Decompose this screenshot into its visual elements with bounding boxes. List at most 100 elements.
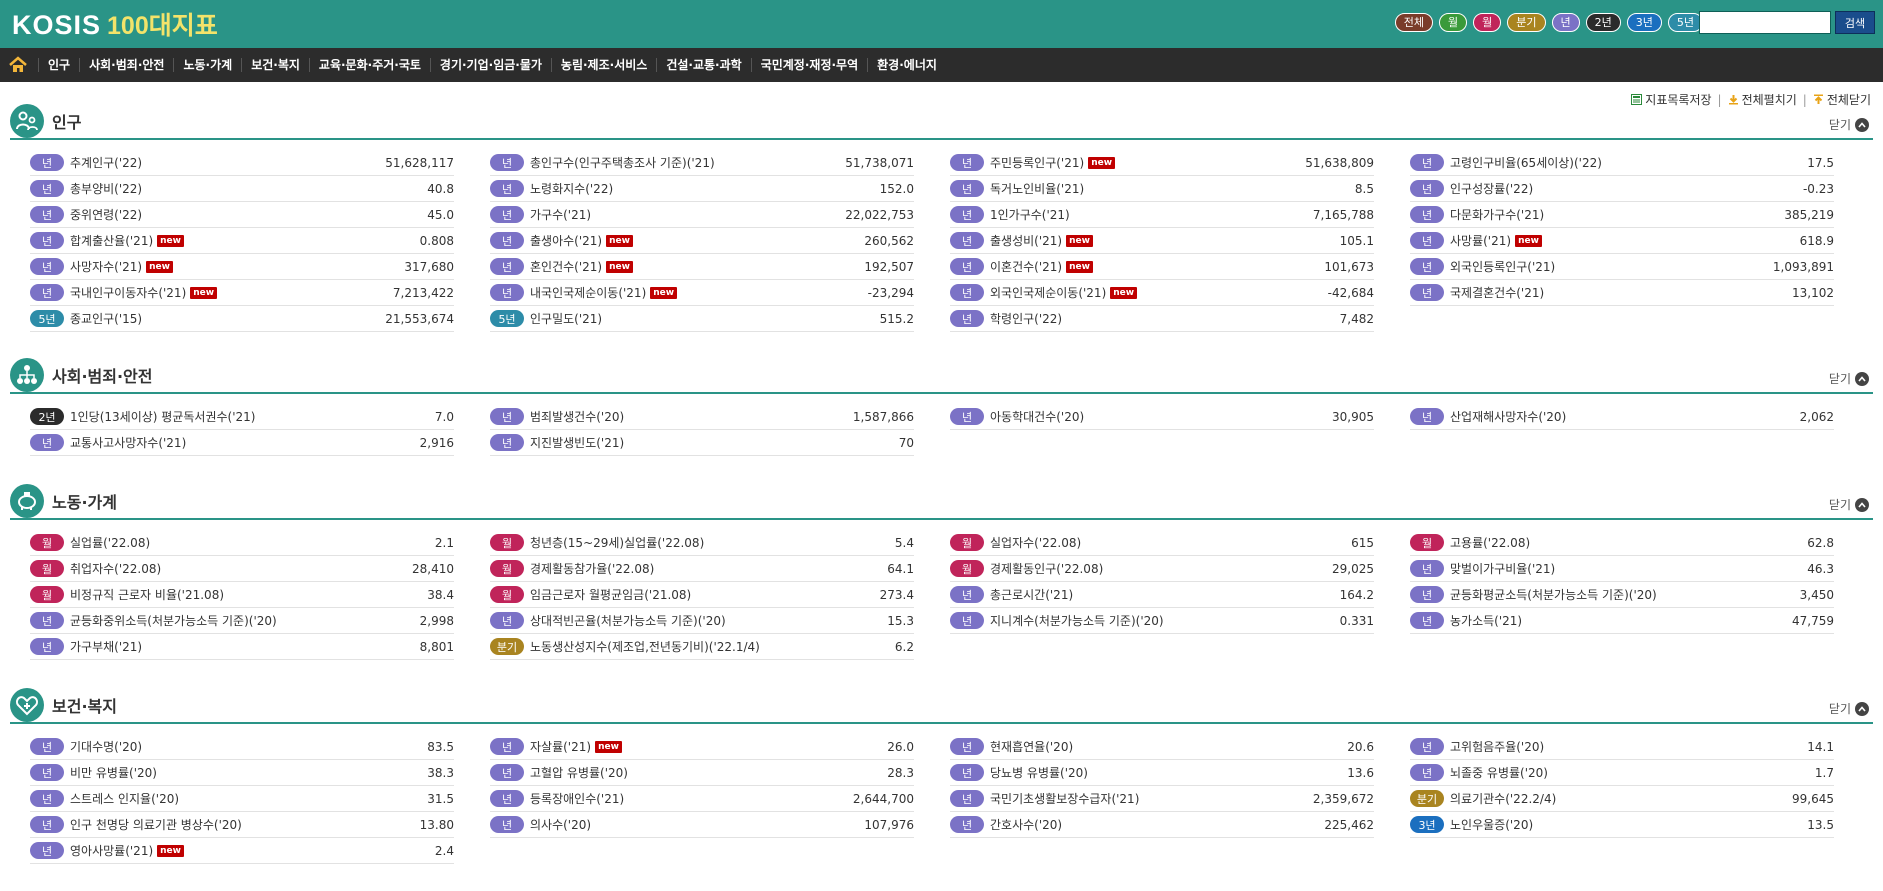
indicator-row[interactable]: 년 사망자수('21) new 317,680 bbox=[30, 254, 454, 280]
indicator-name[interactable]: 경제활동참가율('22.08) bbox=[530, 560, 854, 577]
indicator-row[interactable]: 분기 노동생산성지수(제조업,전년동기비)('22.1/4) 6.2 bbox=[490, 634, 914, 660]
indicator-row[interactable]: 년 의사수('20) 107,976 bbox=[490, 812, 914, 838]
indicator-name[interactable]: 사망자수('21) new bbox=[70, 258, 394, 275]
filter-button[interactable]: 분기 bbox=[1507, 13, 1546, 32]
nav-item[interactable]: 농림·제조·서비스 bbox=[550, 58, 656, 72]
indicator-row[interactable]: 년 범죄발생건수('20) 1,587,866 bbox=[490, 404, 914, 430]
indicator-row[interactable]: 년 출생성비('21) new 105.1 bbox=[950, 228, 1374, 254]
filter-button[interactable]: 월 bbox=[1473, 13, 1502, 32]
indicator-row[interactable]: 년 간호사수('20) 225,462 bbox=[950, 812, 1374, 838]
indicator-row[interactable]: 2년 1인당(13세이상) 평균독서권수('21) 7.0 bbox=[30, 404, 454, 430]
indicator-name[interactable]: 비만 유병률('20) bbox=[70, 764, 394, 781]
home-icon[interactable] bbox=[8, 55, 28, 75]
indicator-name[interactable]: 고용률('22.08) bbox=[1450, 534, 1774, 551]
indicator-name[interactable]: 총근로시간('21) bbox=[990, 586, 1314, 603]
nav-item[interactable]: 사회·범죄·안전 bbox=[79, 58, 173, 72]
indicator-row[interactable]: 월 취업자수('22.08) 28,410 bbox=[30, 556, 454, 582]
indicator-row[interactable]: 년 균등화중위소득(처분가능소득 기준)('20) 2,998 bbox=[30, 608, 454, 634]
nav-item[interactable]: 보건·복지 bbox=[241, 58, 309, 72]
search-input[interactable] bbox=[1699, 11, 1831, 34]
indicator-row[interactable]: 년 당뇨병 유병률('20) 13.6 bbox=[950, 760, 1374, 786]
indicator-name[interactable]: 임금근로자 월평균임금('21.08) bbox=[530, 586, 854, 603]
indicator-row[interactable]: 년 국제결혼건수('21) 13,102 bbox=[1410, 280, 1834, 306]
indicator-row[interactable]: 년 1인가구수('21) 7,165,788 bbox=[950, 202, 1374, 228]
indicator-row[interactable]: 년 지니계수(처분가능소득 기준)('20) 0.331 bbox=[950, 608, 1374, 634]
indicator-row[interactable]: 년 기대수명('20) 83.5 bbox=[30, 734, 454, 760]
filter-button[interactable]: 2년 bbox=[1585, 13, 1621, 32]
indicator-row[interactable]: 월 경제활동인구('22.08) 29,025 bbox=[950, 556, 1374, 582]
indicator-name[interactable]: 의사수('20) bbox=[530, 816, 854, 833]
indicator-row[interactable]: 3년 노인우울증('20) 13.5 bbox=[1410, 812, 1834, 838]
indicator-name[interactable]: 상대적빈곤율(처분가능소득 기준)('20) bbox=[530, 612, 854, 629]
indicator-name[interactable]: 청년층(15~29세)실업률('22.08) bbox=[530, 534, 854, 551]
indicator-name[interactable]: 국제결혼건수('21) bbox=[1450, 284, 1774, 301]
indicator-name[interactable]: 출생아수('21) new bbox=[530, 232, 854, 249]
indicator-name[interactable]: 범죄발생건수('20) bbox=[530, 408, 853, 425]
indicator-row[interactable]: 년 균등화평균소득(처분가능소득 기준)('20) 3,450 bbox=[1410, 582, 1834, 608]
indicator-name[interactable]: 종교인구('15) bbox=[70, 310, 385, 327]
indicator-name[interactable]: 가구부채('21) bbox=[70, 638, 394, 655]
indicator-name[interactable]: 실업자수('22.08) bbox=[990, 534, 1314, 551]
section-close-button[interactable]: 닫기 bbox=[1829, 370, 1869, 387]
filter-button[interactable]: 년 bbox=[1551, 13, 1580, 32]
indicator-row[interactable]: 년 이혼건수('21) new 101,673 bbox=[950, 254, 1374, 280]
indicator-row[interactable]: 년 외국인등록인구('21) 1,093,891 bbox=[1410, 254, 1834, 280]
indicator-name[interactable]: 맞벌이가구비율('21) bbox=[1450, 560, 1774, 577]
indicator-name[interactable]: 현재흡연율('20) bbox=[990, 738, 1314, 755]
indicator-name[interactable]: 경제활동인구('22.08) bbox=[990, 560, 1314, 577]
indicator-name[interactable]: 균등화중위소득(처분가능소득 기준)('20) bbox=[70, 612, 394, 629]
indicator-row[interactable]: 년 국민기초생활보장수급자('21) 2,359,672 bbox=[950, 786, 1374, 812]
indicator-name[interactable]: 교통사고사망자수('21) bbox=[70, 434, 394, 451]
indicator-row[interactable]: 년 현재흡연율('20) 20.6 bbox=[950, 734, 1374, 760]
filter-button[interactable]: 5년 bbox=[1667, 13, 1703, 32]
indicator-row[interactable]: 년 혼인건수('21) new 192,507 bbox=[490, 254, 914, 280]
nav-item[interactable]: 경기·기업·임금·물가 bbox=[429, 58, 551, 72]
indicator-name[interactable]: 외국인등록인구('21) bbox=[1450, 258, 1773, 275]
section-close-button[interactable]: 닫기 bbox=[1829, 496, 1869, 513]
search-button[interactable]: 검색 bbox=[1835, 11, 1875, 34]
indicator-name[interactable]: 스트레스 인지율('20) bbox=[70, 790, 394, 807]
nav-item[interactable]: 국민계정·재정·무역 bbox=[750, 58, 867, 72]
indicator-name[interactable]: 등록장애인수('21) bbox=[530, 790, 853, 807]
indicator-name[interactable]: 취업자수('22.08) bbox=[70, 560, 394, 577]
indicator-name[interactable]: 뇌졸중 유병률('20) bbox=[1450, 764, 1774, 781]
indicator-row[interactable]: 년 다문화가구수('21) 385,219 bbox=[1410, 202, 1834, 228]
indicator-row[interactable]: 년 아동학대건수('20) 30,905 bbox=[950, 404, 1374, 430]
indicator-row[interactable]: 년 총근로시간('21) 164.2 bbox=[950, 582, 1374, 608]
indicator-row[interactable]: 월 실업자수('22.08) 615 bbox=[950, 530, 1374, 556]
indicator-row[interactable]: 월 청년층(15~29세)실업률('22.08) 5.4 bbox=[490, 530, 914, 556]
indicator-name[interactable]: 고혈압 유병률('20) bbox=[530, 764, 854, 781]
indicator-row[interactable]: 월 임금근로자 월평균임금('21.08) 273.4 bbox=[490, 582, 914, 608]
indicator-row[interactable]: 년 맞벌이가구비율('21) 46.3 bbox=[1410, 556, 1834, 582]
indicator-name[interactable]: 1인가구수('21) bbox=[990, 206, 1313, 223]
indicator-row[interactable]: 년 외국인국제순이동('21) new -42,684 bbox=[950, 280, 1374, 306]
indicator-row[interactable]: 년 중위연령('22) 45.0 bbox=[30, 202, 454, 228]
indicator-row[interactable]: 년 사망률('21) new 618.9 bbox=[1410, 228, 1834, 254]
kosis-logo[interactable]: KOSIS 100대지표 bbox=[12, 6, 218, 42]
indicator-name[interactable]: 당뇨병 유병률('20) bbox=[990, 764, 1314, 781]
indicator-row[interactable]: 년 고위험음주율('20) 14.1 bbox=[1410, 734, 1834, 760]
indicator-row[interactable]: 5년 종교인구('15) 21,553,674 bbox=[30, 306, 454, 332]
indicator-name[interactable]: 국내인구이동자수('21) new bbox=[70, 284, 393, 301]
filter-button[interactable]: 3년 bbox=[1626, 13, 1662, 32]
indicator-row[interactable]: 년 뇌졸중 유병률('20) 1.7 bbox=[1410, 760, 1834, 786]
indicator-row[interactable]: 년 합계출산율('21) new 0.808 bbox=[30, 228, 454, 254]
indicator-row[interactable]: 년 지진발생빈도('21) 70 bbox=[490, 430, 914, 456]
nav-item[interactable]: 노동·가계 bbox=[173, 58, 241, 72]
indicator-name[interactable]: 이혼건수('21) new bbox=[990, 258, 1314, 275]
indicator-name[interactable]: 중위연령('22) bbox=[70, 206, 394, 223]
indicator-name[interactable]: 국민기초생활보장수급자('21) bbox=[990, 790, 1313, 807]
indicator-row[interactable]: 년 스트레스 인지율('20) 31.5 bbox=[30, 786, 454, 812]
indicator-name[interactable]: 총부양비('22) bbox=[70, 180, 394, 197]
indicator-name[interactable]: 인구 천명당 의료기관 병상수('20) bbox=[70, 816, 394, 833]
indicator-name[interactable]: 인구성장률('22) bbox=[1450, 180, 1774, 197]
indicator-name[interactable]: 의료기관수('22.2/4) bbox=[1450, 790, 1774, 807]
indicator-name[interactable]: 아동학대건수('20) bbox=[990, 408, 1314, 425]
indicator-name[interactable]: 독거노인비율('21) bbox=[990, 180, 1314, 197]
indicator-row[interactable]: 년 영아사망률('21) new 2.4 bbox=[30, 838, 454, 864]
indicator-name[interactable]: 영아사망률('21) new bbox=[70, 842, 394, 859]
indicator-name[interactable]: 지진발생빈도('21) bbox=[530, 434, 854, 451]
indicator-row[interactable]: 년 가구부채('21) 8,801 bbox=[30, 634, 454, 660]
indicator-row[interactable]: 년 주민등록인구('21) new 51,638,809 bbox=[950, 150, 1374, 176]
indicator-name[interactable]: 고위험음주율('20) bbox=[1450, 738, 1774, 755]
